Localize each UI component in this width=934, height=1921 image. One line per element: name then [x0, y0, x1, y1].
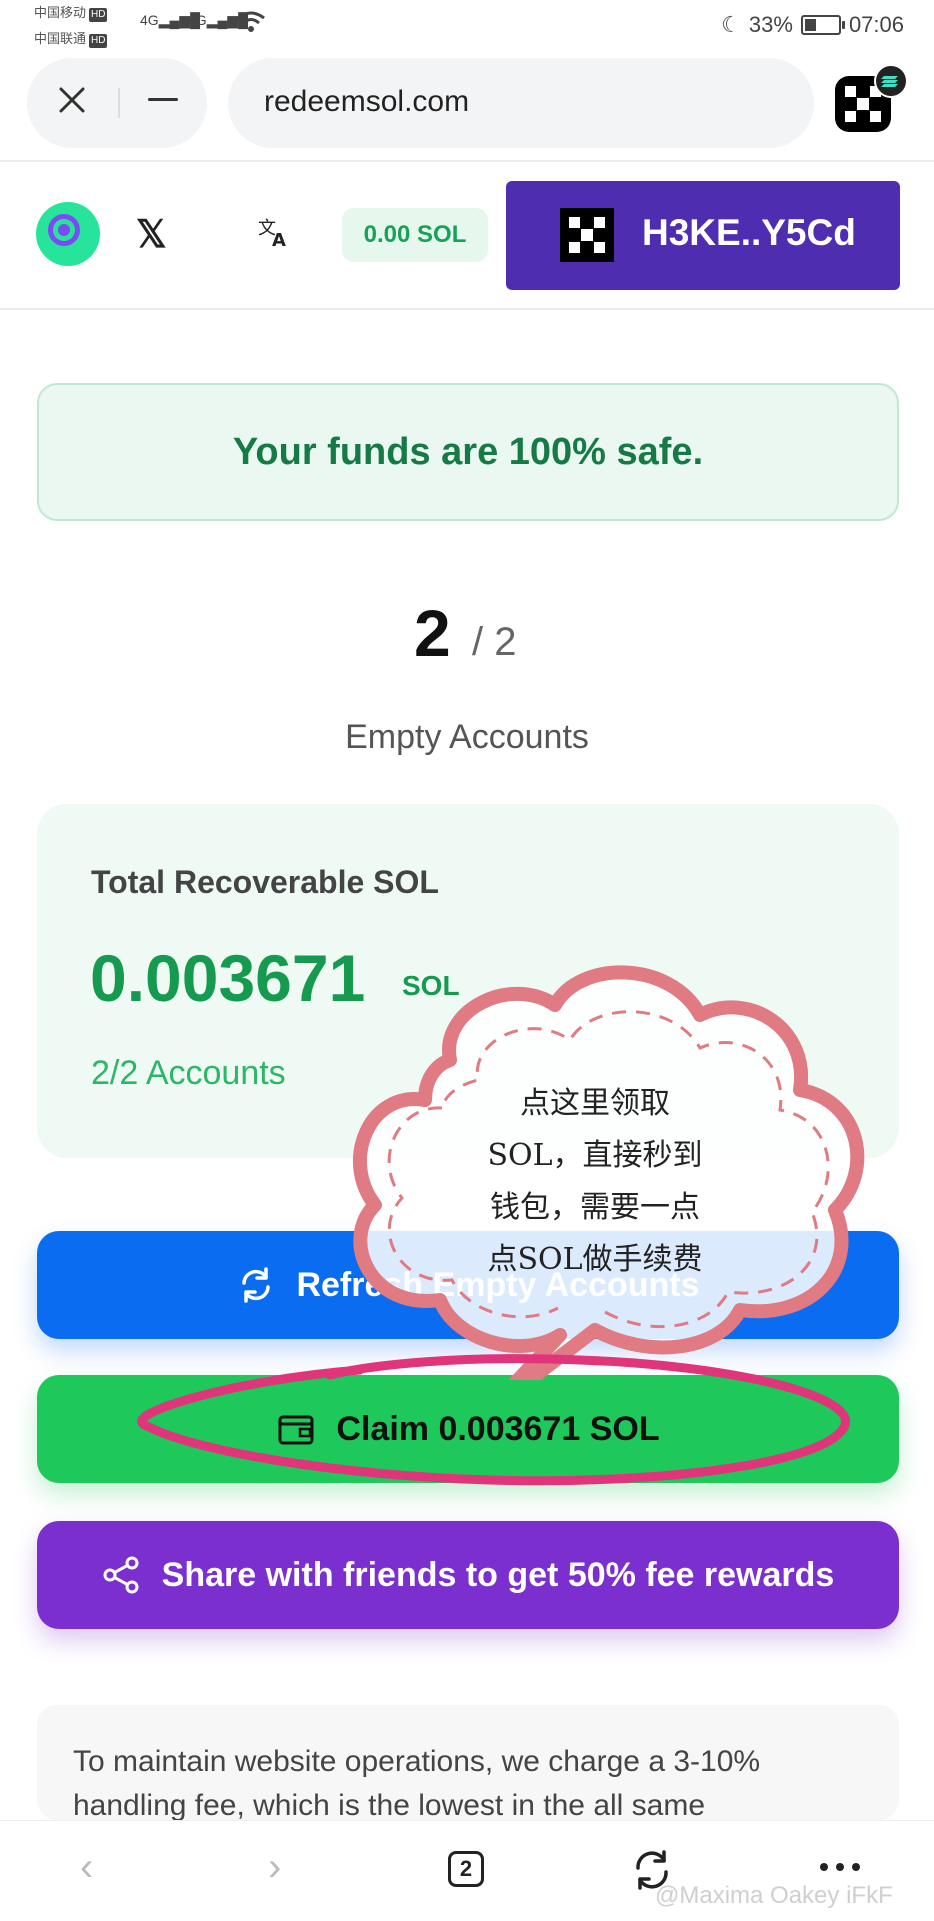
wifi-icon — [236, 10, 266, 41]
claim-button[interactable]: Claim 0.003671 SOL — [37, 1375, 899, 1483]
empty-accounts-total: / 2 — [472, 620, 517, 664]
hd-badge: HD — [89, 34, 108, 48]
wallet-address[interactable]: H3KE..Y5Cd — [642, 212, 856, 254]
empty-accounts-label: Empty Accounts — [345, 718, 589, 756]
header-divider — [0, 160, 934, 162]
tabs-count: 2 — [459, 1856, 473, 1881]
annotation-line-2: SOL，直接秒到 — [487, 1138, 703, 1173]
wallet-icon — [278, 1415, 314, 1445]
okx-wallet-icon — [560, 208, 614, 262]
signal-1-label: 4G — [140, 12, 159, 28]
forward-icon[interactable]: › — [268, 1845, 281, 1890]
battery-icon — [800, 15, 845, 35]
recoverable-unit: SOL — [402, 970, 460, 1001]
moon-icon: ☾ — [721, 12, 741, 37]
hd-badge: HD — [89, 8, 108, 22]
watermark: @Maxima Oakey iFkF — [655, 1882, 893, 1909]
tab-controls — [27, 58, 207, 148]
carrier-1-label: 中国移动 — [34, 5, 87, 20]
carrier-2: 中国联通 HD — [34, 31, 108, 48]
annotation-line-4: 点SOL做手续费 — [487, 1242, 703, 1277]
minimize-icon[interactable] — [148, 98, 178, 101]
carrier-1: 中国移动 HD — [34, 5, 108, 22]
svg-text:A: A — [272, 230, 286, 248]
share-button[interactable]: Share with friends to get 50% fee reward… — [37, 1521, 899, 1629]
recoverable-title: Total Recoverable SOL — [91, 864, 439, 900]
annotation-line-1: 点这里领取 — [520, 1086, 670, 1121]
url-text[interactable]: redeemsol.com — [264, 85, 469, 119]
recoverable-accounts: 2/2 Accounts — [91, 1054, 286, 1092]
status-bar: 中国移动 HD 中国联通 HD 4G▂▄▆█ 4G▂▄▆█ ☾ 33% 07:06 — [0, 0, 934, 56]
tabs-button[interactable]: 2 — [448, 1851, 484, 1887]
annotation-line-3: 钱包，需要一点 — [490, 1190, 700, 1225]
safety-banner: Your funds are 100% safe. — [37, 383, 899, 521]
refresh-icon — [242, 1267, 271, 1303]
share-icon — [103, 1556, 139, 1594]
carrier-2-label: 中国联通 — [34, 31, 87, 46]
safety-banner-text: Your funds are 100% safe. — [232, 430, 704, 473]
translate-icon[interactable]: 文A — [258, 214, 292, 256]
close-icon[interactable] — [56, 84, 88, 121]
signal-2-label: 4G — [188, 12, 207, 28]
empty-accounts-count: 2 — [414, 596, 451, 670]
sol-balance-chip: 0.00 SOL — [342, 208, 488, 262]
back-icon[interactable]: ‹ — [80, 1845, 93, 1890]
x-twitter-icon[interactable]: 𝕏 — [136, 212, 167, 257]
recoverable-amount: 0.003671 — [90, 941, 366, 1015]
clock: 07:06 — [848, 12, 904, 37]
fee-info-text: To maintain website operations, we charg… — [73, 1745, 761, 1822]
more-icon[interactable] — [818, 1860, 862, 1878]
status-right: ☾ 33% 07:06 — [721, 12, 904, 38]
share-button-label: Share with friends to get 50% fee reward… — [161, 1555, 835, 1594]
section-divider — [0, 308, 934, 310]
claim-button-label: Claim 0.003671 SOL — [336, 1409, 660, 1448]
solana-icon — [874, 64, 908, 98]
battery-percent: 33% — [748, 12, 793, 37]
annotation-text: 点这里领取 SOL，直接秒到 钱包，需要一点 点SOL做手续费 — [420, 1078, 770, 1286]
divider — [118, 88, 120, 118]
logo-dot — [58, 224, 70, 236]
